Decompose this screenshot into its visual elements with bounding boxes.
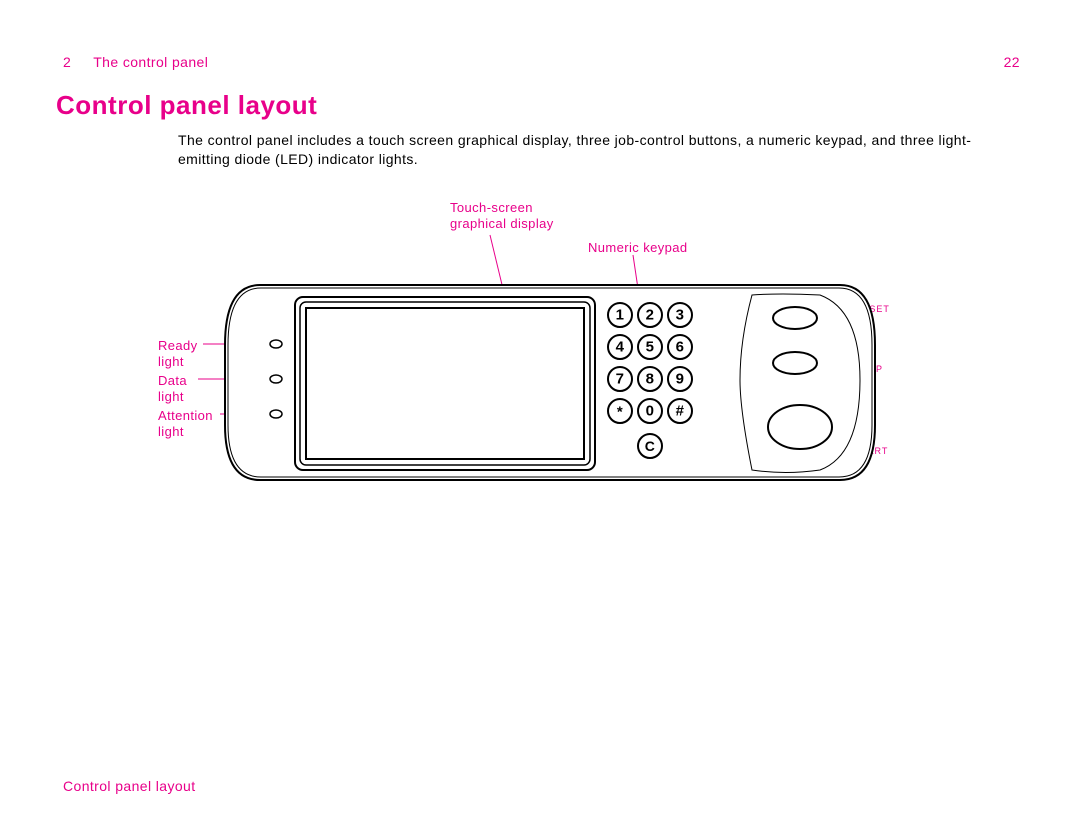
page-number: 22 [1004, 54, 1020, 70]
section-body: The control panel includes a touch scree… [178, 131, 1010, 169]
key-3: 3 [676, 307, 685, 324]
chapter-number: 2 [63, 54, 71, 70]
header-left: 2 The control panel [63, 54, 208, 70]
key-8: 8 [646, 371, 655, 388]
panel-illustration: 1 2 3 4 5 6 7 8 9 * 0 # C [140, 180, 890, 500]
key-4: 4 [616, 339, 625, 356]
key-star: * [617, 404, 623, 421]
key-c: C [645, 438, 656, 454]
stop-button [773, 352, 817, 374]
key-5: 5 [646, 339, 655, 356]
key-hash: # [676, 403, 685, 420]
control-panel-diagram: Touch-screen graphical display Numeric k… [140, 180, 890, 500]
section-title: Control panel layout [56, 90, 317, 121]
key-6: 6 [676, 339, 685, 356]
key-9: 9 [676, 371, 685, 388]
key-0: 0 [646, 403, 655, 420]
key-7: 7 [616, 371, 625, 388]
start-button [768, 405, 832, 449]
reset-button [773, 307, 817, 329]
chapter-title: The control panel [93, 54, 208, 70]
key-1: 1 [616, 307, 625, 324]
key-2: 2 [646, 307, 655, 324]
page-header: 2 The control panel 22 [63, 54, 1020, 70]
footer-text: Control panel layout [63, 778, 196, 794]
